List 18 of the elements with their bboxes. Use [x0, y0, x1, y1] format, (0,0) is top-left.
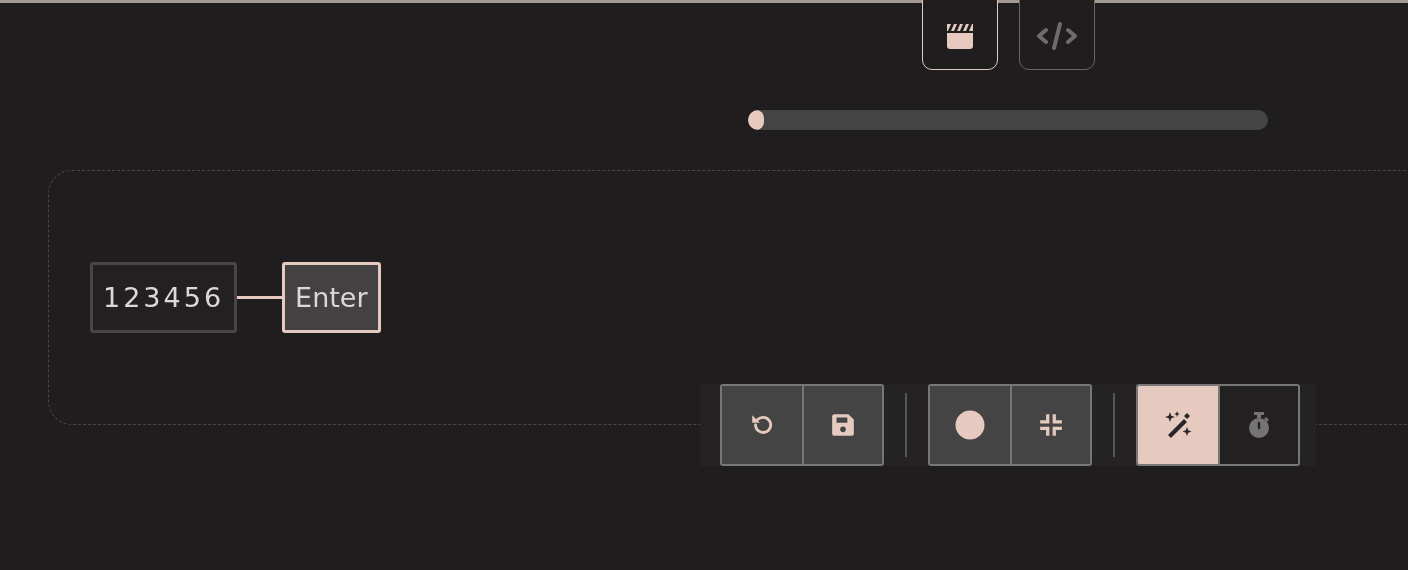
- save-button[interactable]: [802, 386, 882, 464]
- save-icon: [830, 412, 856, 438]
- undo-button[interactable]: [722, 386, 802, 464]
- code-icon: [1036, 21, 1078, 50]
- magic-wand-icon: [1163, 410, 1193, 440]
- connector-line: [237, 296, 283, 299]
- clapperboard-icon: [944, 21, 976, 50]
- collapse-button[interactable]: [1010, 386, 1090, 464]
- key-node[interactable]: 123456: [90, 262, 238, 333]
- collapse-icon: [1038, 412, 1064, 438]
- magic-button[interactable]: [1138, 386, 1218, 464]
- record-icon: [955, 410, 985, 440]
- stopwatch-icon: [1246, 411, 1272, 439]
- key-node[interactable]: Enter: [282, 262, 381, 333]
- record-button[interactable]: [930, 386, 1010, 464]
- code-tab[interactable]: [1019, 0, 1095, 70]
- video-tab[interactable]: [922, 0, 998, 70]
- timer-button[interactable]: [1218, 386, 1298, 464]
